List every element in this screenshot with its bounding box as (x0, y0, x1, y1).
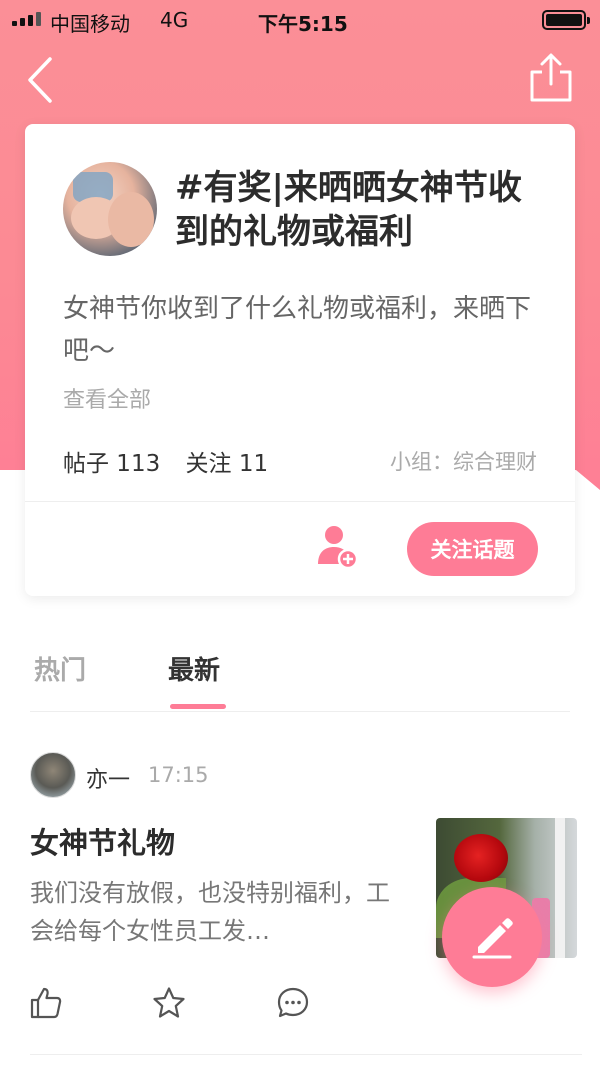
card-divider (25, 501, 575, 502)
group-label[interactable]: 小组：综合理财 (390, 446, 537, 476)
post-excerpt[interactable]: 我们没有放假，也没特别福利，工会给每个女性员工发… (30, 874, 410, 950)
topic-avatar (63, 162, 157, 256)
battery-icon (542, 10, 590, 30)
post-divider (30, 1054, 582, 1055)
share-icon (530, 53, 572, 102)
like-icon (30, 987, 62, 1019)
followers-count: 关注 11 (185, 451, 269, 477)
pencil-icon (472, 918, 513, 959)
share-button[interactable] (528, 52, 574, 104)
network-label: 4G (160, 8, 189, 32)
add-user-icon[interactable] (317, 524, 359, 570)
posts-count: 帖子 113 (63, 451, 161, 477)
tab-latest[interactable]: 最新 (168, 650, 220, 687)
topic-stats: 帖子 113 关注 11 (63, 444, 286, 478)
post-title[interactable]: 女神节礼物 (30, 820, 175, 862)
active-tab-indicator (170, 704, 226, 709)
star-icon (153, 987, 185, 1018)
comment-icon (277, 987, 309, 1018)
tabs-divider (30, 711, 570, 712)
like-button[interactable] (29, 986, 63, 1020)
post-author-avatar[interactable] (30, 752, 76, 798)
post-time: 17:15 (148, 763, 209, 787)
topic-card: #有奖|来晒晒女神节收到的礼物或福利 女神节你收到了什么礼物或福利，来晒下吧～ … (25, 124, 575, 596)
status-bar: 中国移动 4G 下午5:15 (0, 0, 600, 40)
compose-button[interactable] (442, 887, 542, 987)
topic-title: #有奖|来晒晒女神节收到的礼物或福利 (175, 168, 522, 252)
carrier-label: 中国移动 (50, 12, 130, 36)
back-button[interactable] (22, 55, 62, 105)
topic-description: 女神节你收到了什么礼物或福利，来晒下吧～ (63, 294, 532, 366)
status-time: 下午5:15 (258, 12, 348, 36)
feed-tabs: 热门 最新 (0, 650, 600, 712)
favorite-button[interactable] (152, 986, 186, 1020)
follow-topic-button[interactable]: 关注话题 (407, 522, 538, 576)
post-author[interactable]: 亦一 (86, 762, 130, 794)
signal-icon (12, 12, 41, 26)
comment-button[interactable] (276, 986, 310, 1020)
tab-hot[interactable]: 热门 (34, 650, 86, 687)
view-all-link[interactable]: 查看全部 (63, 382, 151, 414)
chevron-left-icon (28, 57, 52, 103)
